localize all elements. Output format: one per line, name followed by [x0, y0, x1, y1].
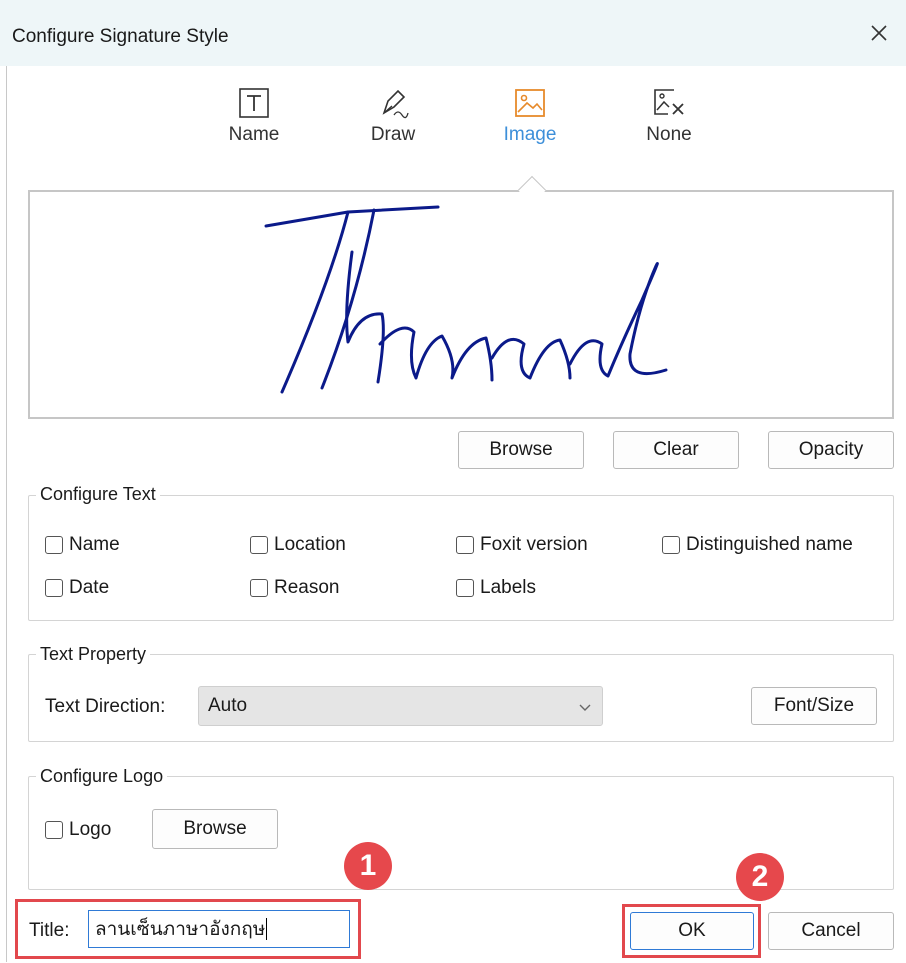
checkbox-logo[interactable]: Logo — [45, 819, 111, 841]
checkbox-reason[interactable]: Reason — [250, 577, 340, 599]
tab-name-label: Name — [228, 124, 280, 145]
checkbox-name[interactable]: Name — [45, 534, 120, 556]
tab-image-label: Image — [503, 124, 557, 145]
checkbox-labels[interactable]: Labels — [456, 577, 536, 599]
configure-text-label: Configure Text — [36, 484, 160, 505]
dialog-title: Configure Signature Style — [12, 26, 229, 47]
dialog-border — [6, 66, 7, 962]
highlight-box-ok — [622, 904, 761, 958]
text-direction-select[interactable]: Auto — [198, 686, 603, 726]
checkbox-label: Logo — [69, 819, 112, 840]
signature-image — [264, 205, 668, 394]
dialog-titlebar: Configure Signature Style — [0, 0, 906, 66]
checkbox-label: Date — [69, 577, 110, 598]
opacity-button[interactable]: Opacity — [768, 431, 894, 469]
checkbox-box[interactable] — [250, 579, 268, 597]
highlight-box-title — [15, 899, 361, 959]
checkbox-label: Distinguished name — [686, 534, 853, 555]
checkbox-box[interactable] — [45, 821, 63, 839]
text-direction-label: Text Direction: — [45, 696, 166, 717]
checkbox-box[interactable] — [456, 536, 474, 554]
text-direction-value: Auto — [208, 695, 248, 716]
tab-draw[interactable]: Draw — [353, 86, 433, 146]
clear-button[interactable]: Clear — [613, 431, 739, 469]
checkbox-box[interactable] — [250, 536, 268, 554]
checkbox-foxit-version[interactable]: Foxit version — [456, 534, 588, 556]
tab-image[interactable]: Image — [490, 86, 570, 146]
pen-icon — [353, 86, 433, 120]
no-image-icon — [629, 86, 709, 120]
configure-text-group — [28, 495, 894, 621]
step-badge-1: 1 — [344, 842, 392, 890]
chevron-down-icon — [578, 698, 592, 720]
tab-none[interactable]: None — [629, 86, 709, 146]
configure-logo-label: Configure Logo — [36, 766, 168, 787]
text-property-label: Text Property — [36, 644, 151, 665]
browse-logo-button[interactable]: Browse — [152, 809, 278, 849]
font-size-button[interactable]: Font/Size — [751, 687, 877, 725]
signature-mode-tabs: Name Draw Image None — [0, 66, 906, 176]
browse-image-button[interactable]: Browse — [458, 431, 584, 469]
tab-none-label: None — [646, 124, 692, 145]
close-icon[interactable] — [866, 20, 892, 46]
checkbox-box[interactable] — [456, 579, 474, 597]
checkbox-box[interactable] — [45, 536, 63, 554]
checkbox-label: Reason — [274, 577, 340, 598]
image-icon — [490, 86, 570, 120]
cancel-button[interactable]: Cancel — [768, 912, 894, 950]
checkbox-date[interactable]: Date — [45, 577, 109, 599]
checkbox-box[interactable] — [662, 536, 680, 554]
tab-draw-label: Draw — [370, 124, 416, 145]
checkbox-label: Labels — [480, 577, 536, 598]
checkbox-label: Foxit version — [480, 534, 588, 555]
text-box-icon — [214, 86, 294, 120]
checkbox-distinguished-name[interactable]: Distinguished name — [662, 534, 853, 556]
checkbox-box[interactable] — [45, 579, 63, 597]
tab-name[interactable]: Name — [214, 86, 294, 146]
checkbox-label: Location — [274, 534, 346, 555]
checkbox-label: Name — [69, 534, 120, 555]
step-badge-2: 2 — [736, 853, 784, 901]
signature-preview — [28, 175, 894, 419]
checkbox-location[interactable]: Location — [250, 534, 346, 556]
